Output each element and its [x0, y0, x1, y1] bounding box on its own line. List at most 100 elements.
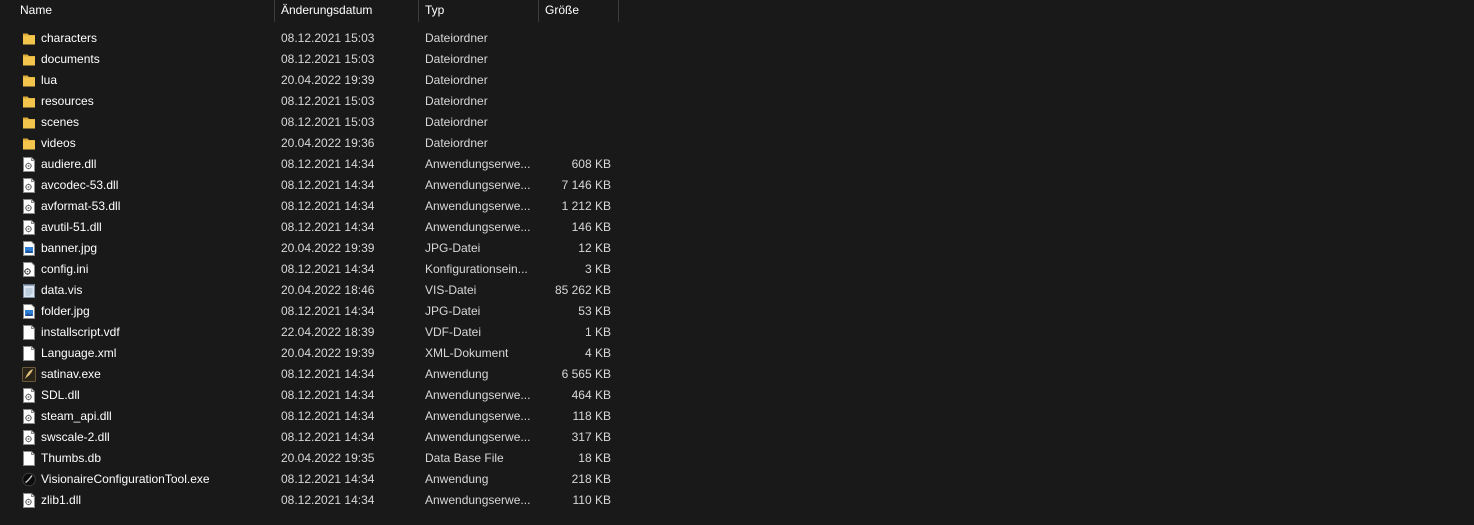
file-row[interactable]: avformat-53.dll 08.12.2021 14:34 Anwendung…	[0, 196, 620, 217]
file-type: XML-Dokument	[425, 346, 509, 360]
folder-row[interactable]: videos 20.04.2022 19:36 Dateiordner	[0, 133, 620, 154]
column-separator[interactable]	[618, 0, 619, 22]
file-explorer-window: Name Änderungsdatum Typ Größe characters…	[0, 0, 1474, 525]
file-row[interactable]: Language.xml 20.04.2022 19:39 XML-Dokument…	[0, 343, 620, 364]
file-row[interactable]: SDL.dll 08.12.2021 14:34 Anwendungserwe...…	[0, 385, 620, 406]
file-modified-date: 08.12.2021 15:03	[281, 94, 375, 108]
file-size: 1 KB	[584, 325, 611, 339]
blank-file-icon	[22, 451, 36, 466]
file-type: Dateiordner	[425, 31, 488, 45]
file-modified-date: 22.04.2022 18:39	[281, 325, 375, 339]
file-row[interactable]: steam_api.dll 08.12.2021 14:34 Anwendungse…	[0, 406, 620, 427]
file-row[interactable]: folder.jpg 08.12.2021 14:34 JPG-Datei 53 KB	[0, 301, 620, 322]
file-name: Language.xml	[41, 346, 117, 360]
visionaire-app-icon	[22, 472, 36, 487]
file-name: data.vis	[41, 283, 83, 297]
file-type: Dateiordner	[425, 73, 488, 87]
folder-row[interactable]: scenes 08.12.2021 15:03 Dateiordner	[0, 112, 620, 133]
folder-row[interactable]: documents 08.12.2021 15:03 Dateiordner	[0, 49, 620, 70]
file-modified-date: 20.04.2022 19:36	[281, 136, 375, 150]
folder-row[interactable]: lua 20.04.2022 19:39 Dateiordner	[0, 70, 620, 91]
file-row[interactable]: config.ini 08.12.2021 14:34 Konfigurations…	[0, 259, 620, 280]
file-row[interactable]: satinav.exe 08.12.2021 14:34 Anwendung 6 56…	[0, 364, 620, 385]
file-name: audiere.dll	[41, 157, 97, 171]
file-row[interactable]: audiere.dll 08.12.2021 14:34 Anwendungserw…	[0, 154, 620, 175]
file-type: VIS-Datei	[425, 283, 477, 297]
file-name: scenes	[41, 115, 80, 129]
file-size	[540, 112, 611, 133]
file-size	[540, 133, 611, 154]
file-row[interactable]: installscript.vdf 22.04.2022 18:39 VDF-Dat…	[0, 322, 620, 343]
file-row[interactable]: VisionaireConfigurationTool.exe 08.12.202…	[0, 469, 620, 490]
file-modified-date: 08.12.2021 14:34	[281, 220, 375, 234]
file-modified-date: 08.12.2021 14:34	[281, 367, 375, 381]
file-modified-date: 08.12.2021 14:34	[281, 409, 375, 423]
file-modified-date: 08.12.2021 14:34	[281, 199, 375, 213]
file-size: 18 KB	[578, 451, 611, 465]
file-name: resources	[41, 94, 94, 108]
dll-file-icon	[22, 157, 36, 172]
config-file-icon	[22, 262, 36, 277]
file-row[interactable]: banner.jpg 20.04.2022 19:39 JPG-Datei 12 KB	[0, 238, 620, 259]
file-type: Anwendungserwe...	[425, 199, 531, 213]
file-size: 4 KB	[584, 346, 611, 360]
blank-file-icon	[22, 325, 36, 340]
file-type: Anwendungserwe...	[425, 493, 531, 507]
file-row[interactable]: zlib1.dll 08.12.2021 14:34 Anwendungserwe.…	[0, 490, 620, 511]
file-modified-date: 20.04.2022 19:39	[281, 241, 375, 255]
file-size: 317 KB	[571, 430, 611, 444]
file-type: Konfigurationsein...	[425, 262, 528, 276]
file-size	[540, 70, 611, 91]
folder-row[interactable]: characters 08.12.2021 15:03 Dateiordner	[0, 28, 620, 49]
image-file-icon	[22, 241, 36, 256]
file-row[interactable]: avutil-51.dll 08.12.2021 14:34 Anwendungse…	[0, 217, 620, 238]
file-size: 146 KB	[571, 220, 611, 234]
dll-file-icon	[22, 409, 36, 424]
file-modified-date: 20.04.2022 18:46	[281, 283, 375, 297]
dll-file-icon	[22, 493, 36, 508]
column-header-name[interactable]: Name	[14, 0, 274, 22]
file-type: Anwendungserwe...	[425, 409, 531, 423]
file-list: characters 08.12.2021 15:03 Dateiordner doc…	[0, 28, 620, 511]
file-size: 218 KB	[571, 472, 611, 486]
dll-file-icon	[22, 220, 36, 235]
folder-icon	[22, 115, 36, 130]
folder-icon	[22, 136, 36, 151]
file-name: characters	[41, 31, 98, 45]
file-type: Anwendungserwe...	[425, 178, 531, 192]
file-size: 1 212 KB	[561, 199, 611, 213]
folder-row[interactable]: resources 08.12.2021 15:03 Dateiordner	[0, 91, 620, 112]
file-row[interactable]: Thumbs.db 20.04.2022 19:35 Data Base File 1…	[0, 448, 620, 469]
file-name: SDL.dll	[41, 388, 80, 402]
folder-icon	[22, 52, 36, 67]
column-header-row: Name Änderungsdatum Typ Größe	[0, 0, 620, 22]
dll-file-icon	[22, 199, 36, 214]
image-file-icon	[22, 304, 36, 319]
file-size: 110 KB	[572, 493, 611, 507]
file-row[interactable]: data.vis 20.04.2022 18:46 VIS-Datei 85 262 …	[0, 280, 620, 301]
file-name: Thumbs.db	[41, 451, 102, 465]
file-type: Anwendungserwe...	[425, 220, 531, 234]
file-modified-date: 08.12.2021 15:03	[281, 115, 375, 129]
file-name: VisionaireConfigurationTool.exe	[41, 472, 210, 486]
file-modified-date: 08.12.2021 14:34	[281, 157, 375, 171]
file-name: lua	[41, 73, 58, 87]
file-modified-date: 20.04.2022 19:35	[281, 451, 375, 465]
folder-icon	[22, 94, 36, 109]
column-header-date[interactable]: Änderungsdatum	[275, 0, 418, 22]
file-size: 12 KB	[578, 241, 611, 255]
file-modified-date: 08.12.2021 14:34	[281, 493, 375, 507]
file-modified-date: 08.12.2021 15:03	[281, 31, 375, 45]
file-row[interactable]: avcodec-53.dll 08.12.2021 14:34 Anwendungs…	[0, 175, 620, 196]
column-header-type[interactable]: Typ	[419, 0, 538, 22]
file-type: Dateiordner	[425, 115, 488, 129]
file-type: Dateiordner	[425, 94, 488, 108]
file-size	[540, 91, 611, 112]
file-name: swscale-2.dll	[41, 430, 110, 444]
file-row[interactable]: swscale-2.dll 08.12.2021 14:34 Anwendungse…	[0, 427, 620, 448]
file-type: Anwendungserwe...	[425, 430, 531, 444]
column-header-size[interactable]: Größe	[539, 0, 619, 22]
file-size: 608 KB	[571, 157, 611, 171]
file-modified-date: 20.04.2022 19:39	[281, 346, 375, 360]
file-modified-date: 20.04.2022 19:39	[281, 73, 375, 87]
